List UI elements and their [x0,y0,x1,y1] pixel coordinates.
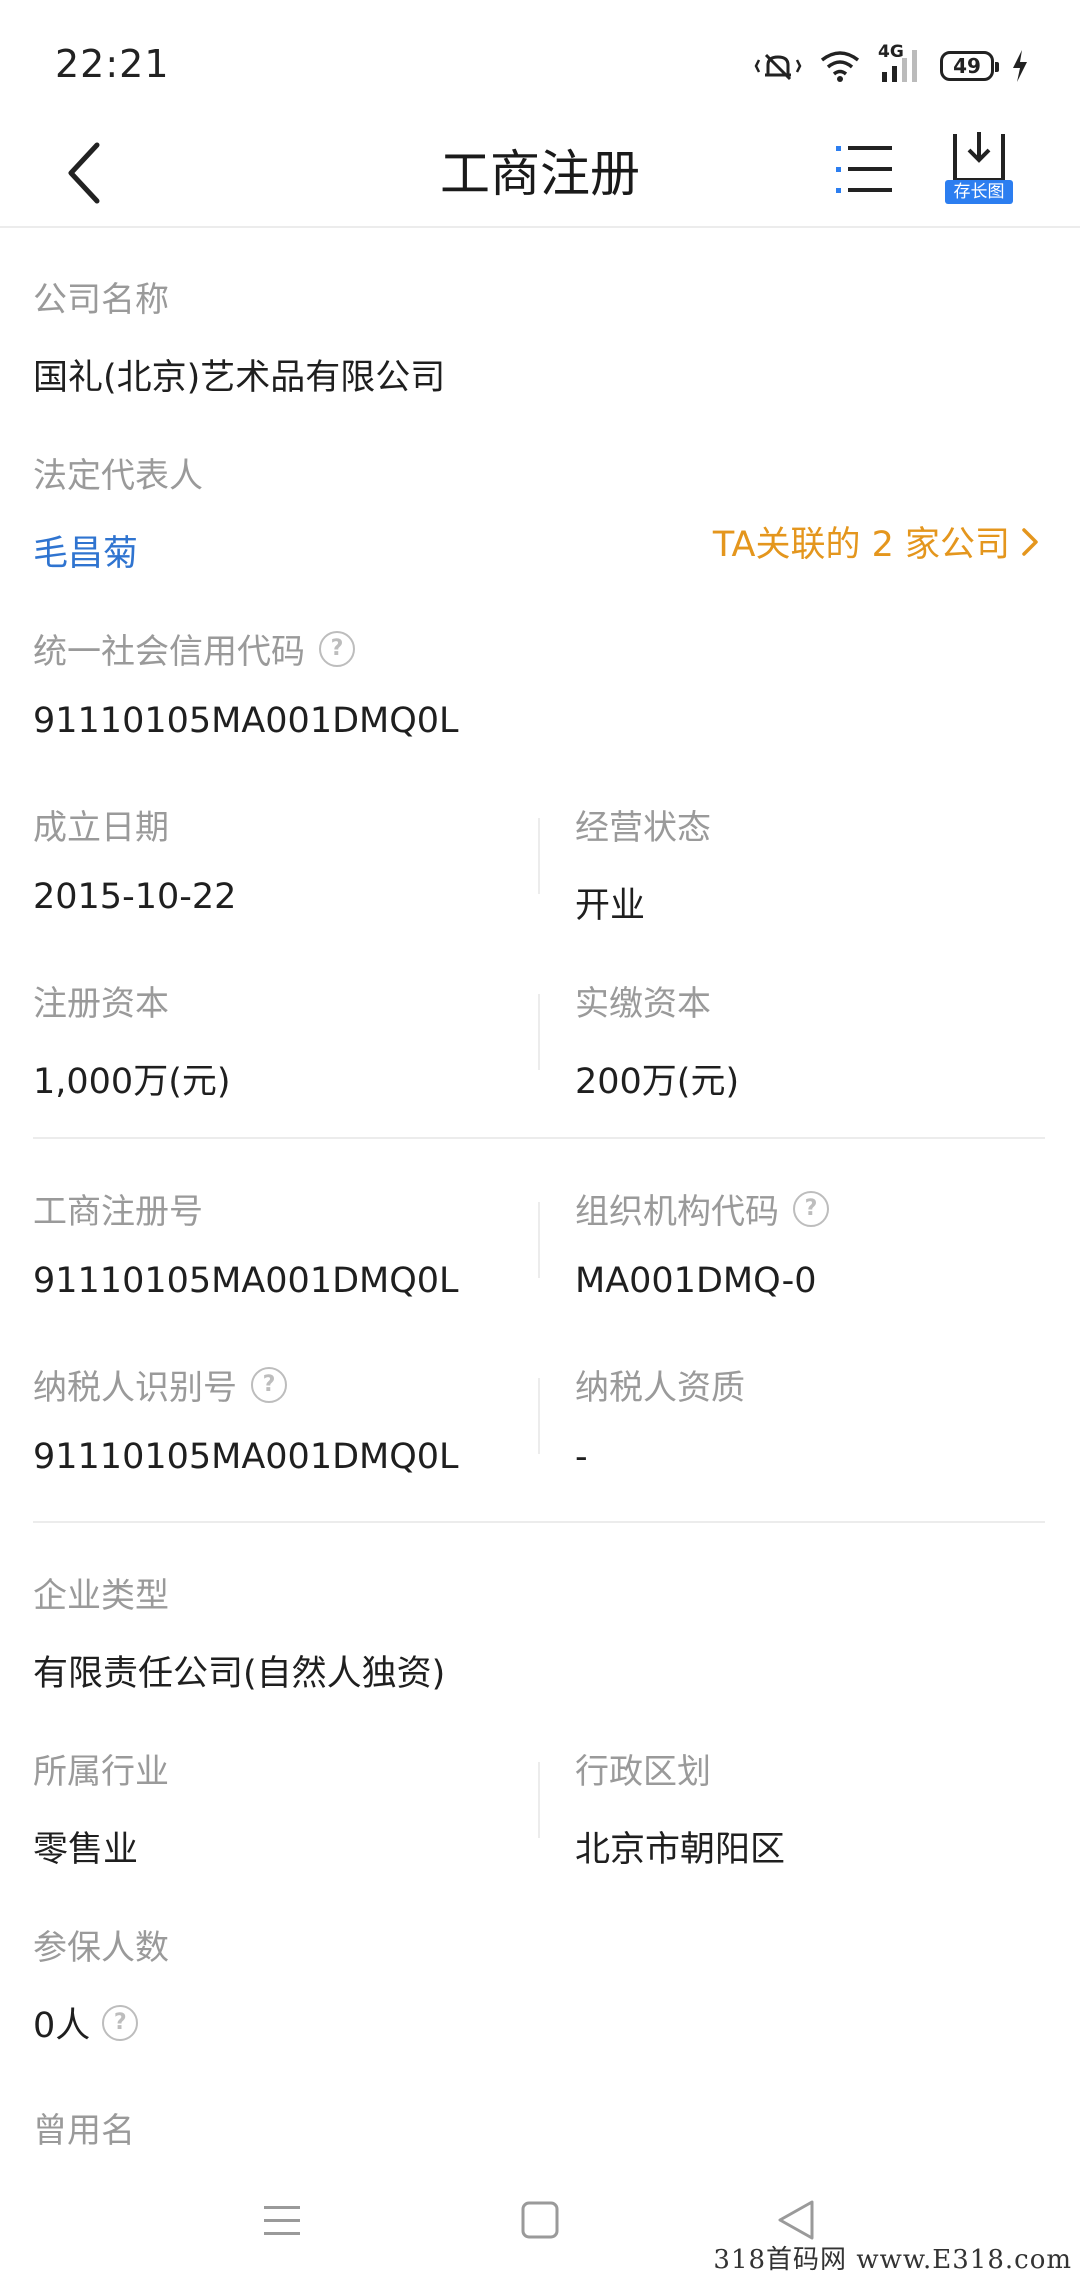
company-name-value: 国礼(北京)艺术品有限公司 [33,358,446,398]
paid-capital-label: 实缴资本 [575,984,711,1024]
signal-icon: 4G [878,42,924,86]
insured-value: 0人 [33,2006,91,2046]
founded-value: 2015-10-22 [33,877,237,917]
credit-code-field: 统一社会信用代码 ? 91110105MA001DMQ0L [33,624,459,741]
save-long-image-button[interactable]: 存长图 [945,128,1015,216]
legal-rep-link[interactable]: 毛昌菊 [33,525,203,576]
wifi-icon [820,51,860,82]
question-icon[interactable]: ? [102,2004,139,2041]
battery-level: 49 [953,54,981,78]
region-label: 行政区划 [575,1752,711,1792]
company-type-label: 企业类型 [33,1576,169,1616]
org-code-label-text: 组织机构代码 [575,1192,779,1232]
reg-capital-value: 1,000万(元) [33,1062,231,1102]
taxpayer-id-value: 91110105MA001DMQ0L [33,1437,459,1477]
reg-capital-label: 注册资本 [33,984,169,1024]
insured-field: 参保人数 0人 ? [33,1920,169,2048]
column-divider [538,994,540,1070]
region-value: 北京市朝阳区 [575,1830,786,1870]
status-time: 22:21 [55,42,170,86]
nav-menu-icon [264,2206,300,2235]
credit-code-label-text: 统一社会信用代码 [33,632,305,672]
taxpayer-id-label: 纳税人识别号 ? [33,1360,459,1409]
paid-capital-field: 实缴资本 200万(元) [575,976,739,1104]
taxpayer-id-field: 纳税人识别号 ? 91110105MA001DMQ0L [33,1360,459,1477]
mute-vibrate-icon [754,53,802,81]
company-type-value: 有限责任公司(自然人独资) [33,1654,446,1694]
save-badge: 存长图 [945,180,1013,204]
industry-value: 零售业 [33,1830,139,1870]
industry-label: 所属行业 [33,1752,169,1792]
company-type-field: 企业类型 有限责任公司(自然人独资) [33,1568,445,1696]
question-icon[interactable]: ? [251,1366,287,1403]
credit-code-value: 91110105MA001DMQ0L [33,701,459,741]
question-icon[interactable]: ? [793,1190,829,1227]
taxpayer-qual-field: 纳税人资质 - [575,1360,745,1477]
question-icon[interactable]: ? [319,630,355,667]
watermark: 318首码网 www.E318.com [713,2245,1072,2275]
section-divider [33,1137,1045,1139]
page-title: 工商注册 [440,145,640,203]
nav-home-button[interactable] [510,2190,570,2250]
founded-field: 成立日期 2015-10-22 [33,800,236,917]
taxpayer-id-label-text: 纳税人识别号 [33,1368,237,1408]
paid-capital-value: 200万(元) [575,1062,740,1102]
credit-code-label: 统一社会信用代码 ? [33,624,459,673]
status-field: 经营状态 开业 [575,800,711,928]
taxpayer-qual-value: - [575,1437,588,1477]
reg-no-field: 工商注册号 91110105MA001DMQ0L [33,1184,459,1301]
company-name-label: 公司名称 [33,280,169,320]
org-code-value: MA001DMQ-0 [575,1261,817,1301]
insured-label: 参保人数 [33,1928,169,1968]
industry-field: 所属行业 零售业 [33,1744,169,1872]
charging-icon [1013,50,1027,82]
related-companies-text: TA关联的 2 家公司 [712,525,1010,565]
battery-icon: 49 [940,51,999,81]
founded-label: 成立日期 [33,808,169,848]
nav-home-icon [521,2201,559,2239]
org-code-field: 组织机构代码 ? MA001DMQ-0 [575,1184,829,1301]
app-header: 工商注册 存长图 [0,120,1080,228]
company-name-field: 公司名称 国礼(北京)艺术品有限公司 [33,272,445,400]
download-icon [953,132,1005,182]
legal-rep-field: 法定代表人 毛昌菊 [33,448,203,576]
insured-value-row: 0人 ? [33,1997,169,2048]
chevron-right-icon [1022,527,1038,556]
org-code-label: 组织机构代码 ? [575,1184,829,1233]
list-menu-icon [836,146,892,193]
section-divider [33,1521,1045,1523]
catalog-menu-button[interactable] [830,134,900,204]
reg-capital-field: 注册资本 1,000万(元) [33,976,231,1104]
status-bar: 22:21 4G 49 [0,0,1080,120]
former-name-label: 曾用名 [33,2111,135,2151]
nav-back-icon [778,2200,814,2240]
reg-no-label: 工商注册号 [33,1192,203,1232]
taxpayer-qual-label: 纳税人资质 [575,1368,745,1408]
region-field: 行政区划 北京市朝阳区 [575,1744,785,1872]
legal-rep-label: 法定代表人 [33,456,203,496]
former-name-field: 曾用名 [33,2103,135,2152]
column-divider [538,818,540,894]
reg-no-value: 91110105MA001DMQ0L [33,1261,459,1301]
related-companies-link[interactable]: TA关联的 2 家公司 [713,516,1040,567]
column-divider [538,1762,540,1838]
status-label: 经营状态 [575,808,711,848]
nav-menu-button[interactable] [252,2190,312,2250]
column-divider [538,1202,540,1278]
status-icons: 4G 49 [754,42,1030,88]
status-value: 开业 [575,886,646,926]
column-divider [538,1378,540,1454]
